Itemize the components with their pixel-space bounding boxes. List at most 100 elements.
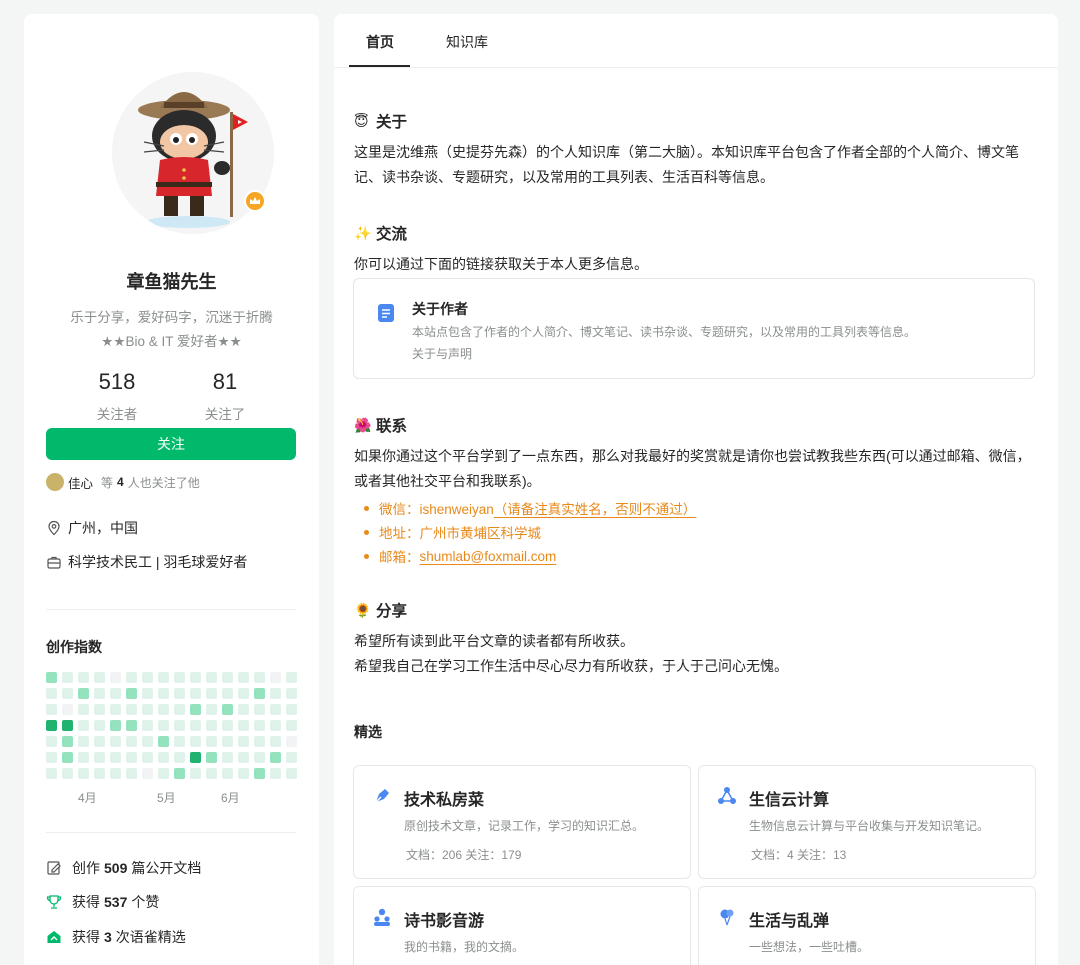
- heatmap-cell[interactable]: [94, 688, 105, 699]
- heatmap-cell[interactable]: [190, 704, 201, 715]
- heatmap-cell[interactable]: [142, 768, 153, 779]
- heatmap-cell[interactable]: [286, 688, 297, 699]
- heatmap-cell[interactable]: [126, 736, 137, 747]
- heatmap-cell[interactable]: [238, 704, 249, 715]
- heatmap-cell[interactable]: [46, 672, 57, 683]
- heatmap-cell[interactable]: [190, 720, 201, 731]
- heatmap-cell[interactable]: [94, 736, 105, 747]
- tab-home[interactable]: 首页: [366, 32, 394, 52]
- heatmap-cell[interactable]: [270, 720, 281, 731]
- heatmap-cell[interactable]: [238, 720, 249, 731]
- heatmap-cell[interactable]: [254, 720, 265, 731]
- heatmap-cell[interactable]: [222, 720, 233, 731]
- heatmap-cell[interactable]: [286, 672, 297, 683]
- heatmap-cell[interactable]: [206, 768, 217, 779]
- heatmap-cell[interactable]: [142, 736, 153, 747]
- follow-button[interactable]: 关注: [46, 428, 296, 460]
- tab-knowledge-base[interactable]: 知识库: [446, 32, 488, 52]
- heatmap-cell[interactable]: [174, 688, 185, 699]
- heatmap-cell[interactable]: [238, 736, 249, 747]
- heatmap-cell[interactable]: [126, 704, 137, 715]
- heatmap-cell[interactable]: [254, 768, 265, 779]
- email-link[interactable]: shumlab@foxmail.com: [420, 549, 557, 564]
- featured-book-card[interactable]: 生活与乱弹 一些想法，一些吐槽。: [698, 886, 1036, 965]
- heatmap-cell[interactable]: [110, 768, 121, 779]
- heatmap-cell[interactable]: [126, 688, 137, 699]
- heatmap-cell[interactable]: [286, 752, 297, 763]
- heatmap-cell[interactable]: [158, 672, 169, 683]
- heatmap-cell[interactable]: [270, 704, 281, 715]
- heatmap-cell[interactable]: [46, 720, 57, 731]
- heatmap-cell[interactable]: [206, 688, 217, 699]
- heatmap-cell[interactable]: [142, 720, 153, 731]
- heatmap-cell[interactable]: [62, 672, 73, 683]
- heatmap-cell[interactable]: [238, 752, 249, 763]
- heatmap-cell[interactable]: [110, 704, 121, 715]
- about-author-card[interactable]: 关于作者 本站点包含了作者的个人简介、博文笔记、读书杂谈、专题研究，以及常用的工…: [353, 278, 1035, 379]
- heatmap-cell[interactable]: [94, 768, 105, 779]
- heatmap-cell[interactable]: [206, 672, 217, 683]
- heatmap-cell[interactable]: [46, 688, 57, 699]
- heatmap-cell[interactable]: [222, 672, 233, 683]
- heatmap-cell[interactable]: [78, 720, 89, 731]
- featured-book-card[interactable]: 技术私房菜 原创技术文章，记录工作，学习的知识汇总。 文档：206 关注：179: [353, 765, 691, 879]
- heatmap-cell[interactable]: [158, 768, 169, 779]
- heatmap-cell[interactable]: [126, 720, 137, 731]
- heatmap-cell[interactable]: [190, 752, 201, 763]
- heatmap-cell[interactable]: [206, 720, 217, 731]
- heatmap-cell[interactable]: [78, 672, 89, 683]
- heatmap-cell[interactable]: [110, 720, 121, 731]
- heatmap-cell[interactable]: [206, 736, 217, 747]
- heatmap-cell[interactable]: [254, 736, 265, 747]
- heatmap-cell[interactable]: [254, 672, 265, 683]
- heatmap-cell[interactable]: [254, 704, 265, 715]
- heatmap-cell[interactable]: [254, 752, 265, 763]
- heatmap-cell[interactable]: [62, 768, 73, 779]
- heatmap-cell[interactable]: [126, 768, 137, 779]
- heatmap-cell[interactable]: [158, 752, 169, 763]
- heatmap-cell[interactable]: [94, 752, 105, 763]
- heatmap-cell[interactable]: [190, 688, 201, 699]
- heatmap-cell[interactable]: [238, 768, 249, 779]
- heatmap-cell[interactable]: [142, 752, 153, 763]
- heatmap-cell[interactable]: [222, 752, 233, 763]
- heatmap-cell[interactable]: [46, 768, 57, 779]
- heatmap-cell[interactable]: [158, 720, 169, 731]
- heatmap-cell[interactable]: [174, 672, 185, 683]
- heatmap-cell[interactable]: [78, 768, 89, 779]
- heatmap-cell[interactable]: [110, 672, 121, 683]
- heatmap-cell[interactable]: [174, 736, 185, 747]
- heatmap-cell[interactable]: [254, 688, 265, 699]
- followers-stat[interactable]: 518 关注者: [62, 369, 172, 423]
- heatmap-cell[interactable]: [62, 688, 73, 699]
- following-stat[interactable]: 81 关注了: [170, 369, 280, 423]
- heatmap-cell[interactable]: [270, 672, 281, 683]
- heatmap-cell[interactable]: [270, 688, 281, 699]
- heatmap-cell[interactable]: [174, 704, 185, 715]
- heatmap-cell[interactable]: [270, 752, 281, 763]
- heatmap-cell[interactable]: [222, 768, 233, 779]
- featured-book-card[interactable]: 生信云计算 生物信息云计算与平台收集与开发知识笔记。 文档：4 关注：13: [698, 765, 1036, 879]
- heatmap-cell[interactable]: [142, 688, 153, 699]
- heatmap-cell[interactable]: [110, 752, 121, 763]
- heatmap-cell[interactable]: [94, 672, 105, 683]
- heatmap-cell[interactable]: [62, 704, 73, 715]
- heatmap-cell[interactable]: [110, 688, 121, 699]
- heatmap-cell[interactable]: [78, 704, 89, 715]
- heatmap-cell[interactable]: [270, 736, 281, 747]
- heatmap-cell[interactable]: [126, 752, 137, 763]
- heatmap-cell[interactable]: [190, 672, 201, 683]
- heatmap-cell[interactable]: [46, 704, 57, 715]
- heatmap-cell[interactable]: [142, 672, 153, 683]
- heatmap-cell[interactable]: [110, 736, 121, 747]
- heatmap-cell[interactable]: [222, 736, 233, 747]
- heatmap-cell[interactable]: [62, 752, 73, 763]
- heatmap-cell[interactable]: [238, 672, 249, 683]
- heatmap-cell[interactable]: [46, 736, 57, 747]
- heatmap-cell[interactable]: [78, 736, 89, 747]
- heatmap-cell[interactable]: [222, 704, 233, 715]
- heatmap-cell[interactable]: [286, 736, 297, 747]
- heatmap-cell[interactable]: [142, 704, 153, 715]
- heatmap-cell[interactable]: [222, 688, 233, 699]
- mutual-followers[interactable]: 佳心 等 4 人也关注了他: [46, 472, 200, 492]
